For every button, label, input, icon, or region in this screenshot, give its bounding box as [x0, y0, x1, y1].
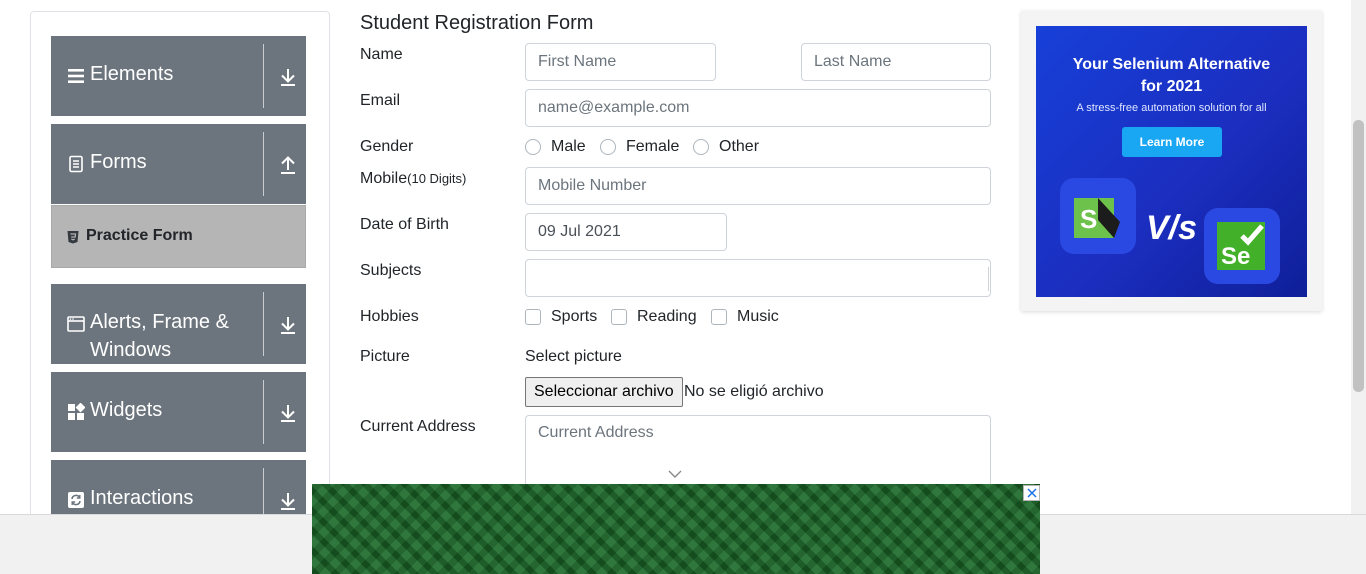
hobby-sports-checkbox[interactable]: Sports: [525, 308, 597, 326]
sidebar: Elements Forms Practice Form Alerts, Fra…: [30, 11, 330, 531]
widgets-icon: [68, 403, 85, 420]
close-icon[interactable]: [1026, 488, 1037, 498]
group-header-widgets[interactable]: Widgets: [51, 372, 306, 452]
subjects-label: Subjects: [360, 262, 422, 279]
selenium-alternative-ad[interactable]: Your Selenium Alternative for 2021 A str…: [1036, 26, 1307, 297]
dob-label: Date of Birth: [360, 216, 449, 233]
email-input[interactable]: name@example.com: [525, 89, 991, 127]
gender-other-radio[interactable]: Other: [693, 138, 759, 156]
email-label: Email: [360, 92, 401, 109]
checkbox-label: Music: [737, 308, 779, 325]
document-icon: [69, 155, 83, 173]
name-label: Name: [360, 46, 403, 63]
first-name-input[interactable]: First Name: [525, 43, 716, 81]
checkbox-box[interactable]: [711, 309, 727, 325]
last-name-input[interactable]: Last Name: [801, 43, 991, 81]
ad-headline-line1: Your Selenium Alternative: [1072, 56, 1271, 73]
learn-more-button[interactable]: Learn More: [1122, 127, 1222, 157]
svg-text:Se: Se: [1221, 243, 1250, 270]
chevron-down-icon: [668, 470, 682, 478]
divider: [263, 380, 264, 444]
hobbies-label: Hobbies: [360, 308, 419, 325]
sidebar-item-label: Practice Form: [86, 227, 193, 244]
mobile-hint: (10 Digits): [407, 171, 467, 186]
choose-file-button[interactable]: Seleccionar archivo: [525, 377, 683, 407]
file-status-text: No se eligió archivo: [684, 383, 824, 400]
checkbox-label: Sports: [551, 308, 598, 325]
selenium-logo-icon: Se: [1204, 208, 1280, 284]
page-scrollbar-thumb[interactable]: [1353, 120, 1364, 392]
gender-label: Gender: [360, 138, 414, 155]
mobile-label: Mobile(10 Digits): [360, 170, 466, 188]
sidebar-group-widgets[interactable]: Widgets: [51, 372, 306, 452]
group-title: Widgets: [90, 399, 163, 421]
divider: [263, 44, 264, 108]
dob-input[interactable]: 09 Jul 2021: [525, 213, 727, 251]
current-address-label: Current Address: [360, 418, 476, 435]
ad-close-button[interactable]: [1023, 485, 1040, 501]
hobby-reading-checkbox[interactable]: Reading: [611, 308, 697, 326]
ad-headline-line2: for 2021: [1140, 78, 1203, 95]
page-title: Student Registration Form: [360, 12, 594, 34]
gender-male-radio[interactable]: Male: [525, 138, 586, 156]
group-title: Elements: [90, 63, 174, 85]
input-divider: [988, 267, 989, 291]
radio-circle[interactable]: [525, 139, 541, 155]
divider: [263, 292, 264, 356]
window-icon: [67, 316, 85, 332]
divider: [263, 132, 264, 196]
group-header-forms[interactable]: Forms: [51, 124, 306, 204]
radio-label: Other: [719, 138, 760, 155]
select-picture-label: Select picture: [525, 348, 622, 365]
group-title: Forms: [90, 151, 147, 173]
subjects-input[interactable]: [525, 259, 991, 297]
ad-versus: V/s: [1146, 209, 1198, 247]
sidebar-group-forms[interactable]: Forms: [51, 124, 306, 204]
sidebar-item-practice-form[interactable]: Practice Form: [51, 205, 306, 268]
radio-circle[interactable]: [693, 139, 709, 155]
svg-text:S: S: [1080, 204, 1097, 234]
group-title: Alerts, Frame & Windows: [90, 311, 229, 361]
sidebar-group-elements[interactable]: Elements: [51, 36, 306, 116]
download-arrow-icon[interactable]: [277, 314, 299, 336]
bottom-banner-ad[interactable]: [312, 484, 1040, 574]
radio-circle[interactable]: [600, 139, 616, 155]
group-header-alerts[interactable]: Alerts, Frame & Windows: [51, 284, 306, 364]
gender-female-radio[interactable]: Female: [600, 138, 679, 156]
radio-label: Male: [551, 138, 586, 155]
refresh-icon: [68, 492, 84, 508]
group-header-elements[interactable]: Elements: [51, 36, 306, 116]
ad-subtext: A stress-free automation solution for al…: [1076, 102, 1267, 114]
checkbox-box[interactable]: [611, 309, 627, 325]
sidebar-group-alerts[interactable]: Alerts, Frame & Windows: [51, 284, 306, 364]
mobile-label-text: Mobile: [360, 170, 408, 187]
hobby-music-checkbox[interactable]: Music: [711, 308, 779, 326]
hamburger-icon: [68, 69, 84, 83]
textarea-placeholder: Current Address: [538, 424, 654, 441]
download-arrow-icon[interactable]: [277, 490, 299, 512]
picture-label: Picture: [360, 348, 410, 365]
ad-headline: Your Selenium Alternative for 2021: [1036, 54, 1307, 98]
group-title: Interactions: [90, 487, 194, 509]
download-arrow-icon[interactable]: [277, 66, 299, 88]
checkbox-box[interactable]: [525, 309, 541, 325]
katalon-logo-icon: S: [1060, 178, 1136, 254]
mobile-input[interactable]: Mobile Number: [525, 167, 991, 205]
checkbox-label: Reading: [637, 308, 697, 325]
radio-label: Female: [626, 138, 680, 155]
download-arrow-icon[interactable]: [277, 402, 299, 424]
upload-arrow-icon[interactable]: [277, 154, 299, 176]
html5-icon: [67, 231, 79, 244]
